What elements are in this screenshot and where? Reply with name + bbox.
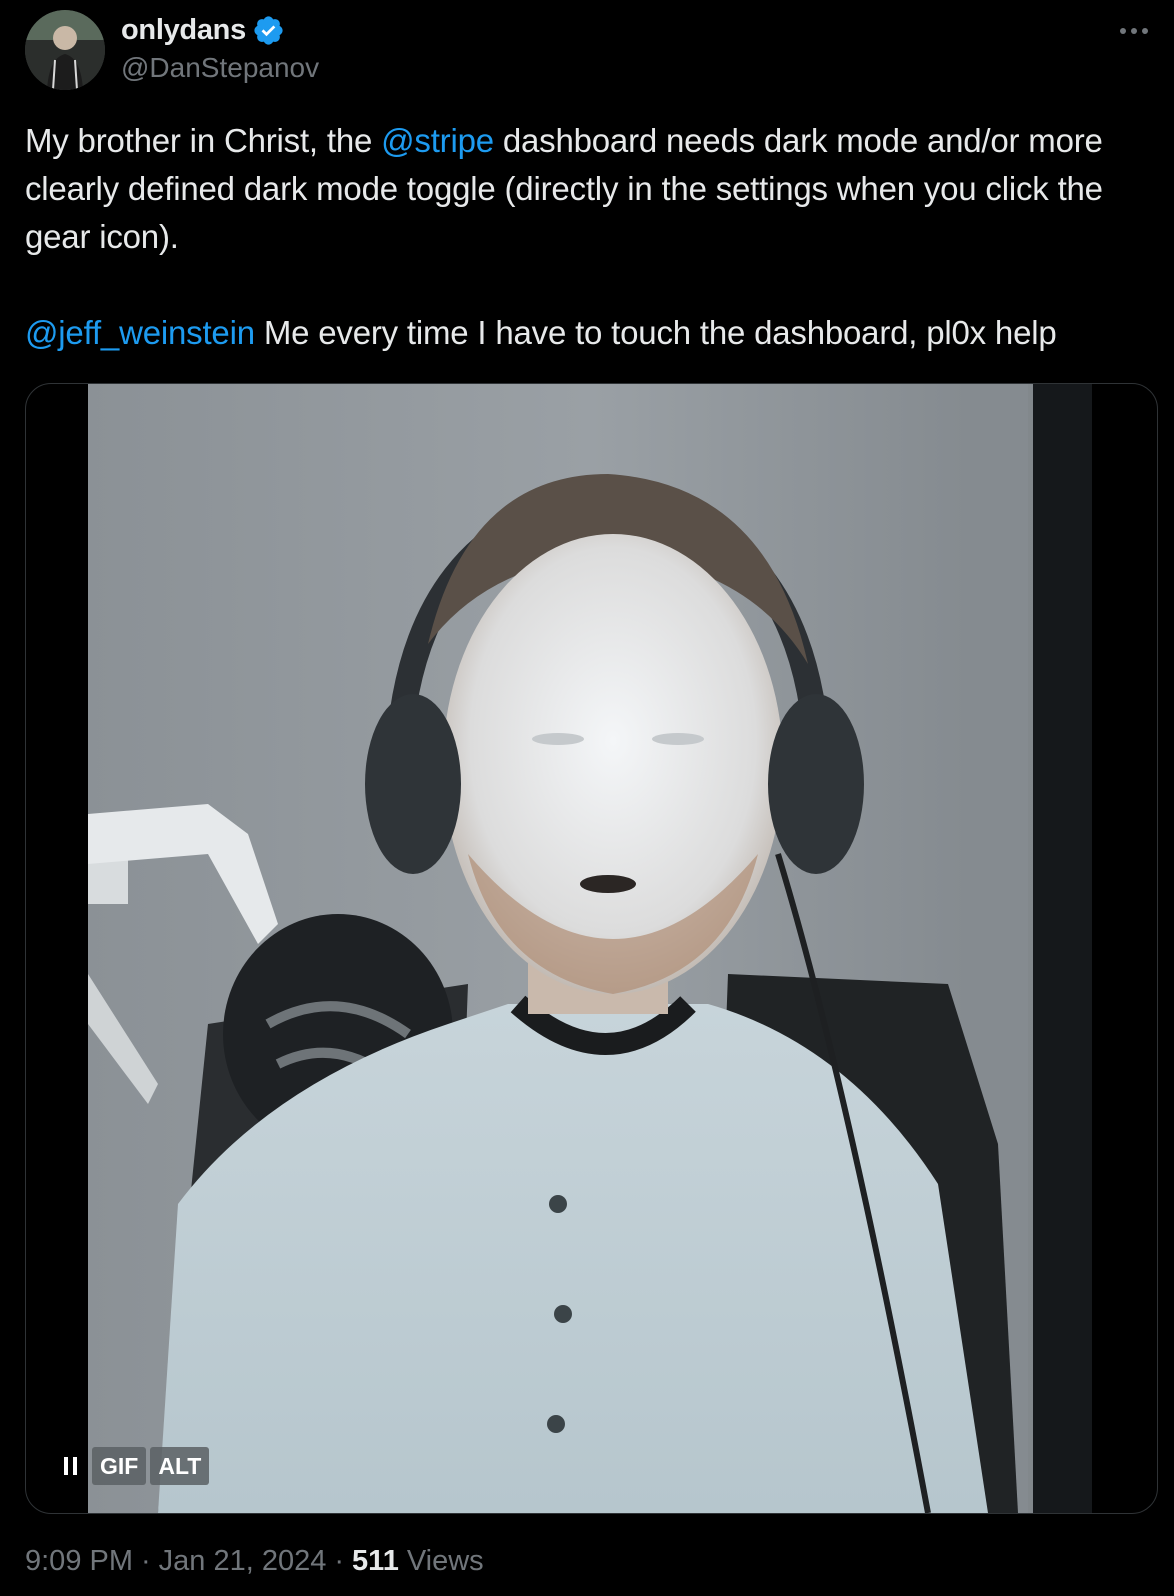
tweet-date[interactable]: Jan 21, 2024 (159, 1545, 327, 1578)
gif-frame[interactable] (88, 384, 1092, 1513)
more-options-icon[interactable] (1114, 18, 1154, 44)
avatar[interactable] (25, 10, 105, 90)
gif-badge: GIF (92, 1447, 147, 1485)
mention-stripe-link[interactable]: @stripe (381, 122, 494, 159)
media-controls: GIF ALT (54, 1447, 210, 1485)
author-handle[interactable]: @DanStepanov (121, 52, 319, 84)
verified-badge-icon (252, 14, 285, 47)
tweet-text-segment: Me every time I have to touch the dashbo… (254, 314, 1057, 351)
display-name[interactable]: onlydans (121, 14, 246, 47)
mention-jeff-weinstein-link[interactable]: @jeff_weinstein (25, 314, 255, 351)
tweet-paragraph-1: My brother in Christ, the @stripe dashbo… (25, 117, 1155, 261)
avatar-image (25, 10, 105, 90)
tweet-text-segment: My brother in Christ, the (25, 122, 382, 159)
gif-media[interactable]: GIF ALT (25, 383, 1158, 1514)
alt-badge[interactable]: ALT (150, 1447, 210, 1485)
tweet-meta: 9:09 PM · Jan 21, 2024 · 511 Views (25, 1545, 484, 1578)
tweet-paragraph-2: @jeff_weinstein Me every time I have to … (25, 309, 1155, 357)
tweet-time[interactable]: 9:09 PM (25, 1545, 133, 1578)
meta-separator: · (141, 1545, 151, 1577)
meta-separator: · (334, 1545, 345, 1577)
tweet: onlydans @DanStepanov My brother in Chri… (0, 0, 1174, 1596)
views-count: 511 (352, 1545, 399, 1577)
pause-icon[interactable] (54, 1449, 88, 1483)
author-name-row[interactable]: onlydans (121, 12, 285, 48)
gif-image (88, 384, 1092, 1513)
tweet-text: My brother in Christ, the @stripe dashbo… (25, 117, 1155, 357)
views-label: Views (406, 1545, 484, 1577)
